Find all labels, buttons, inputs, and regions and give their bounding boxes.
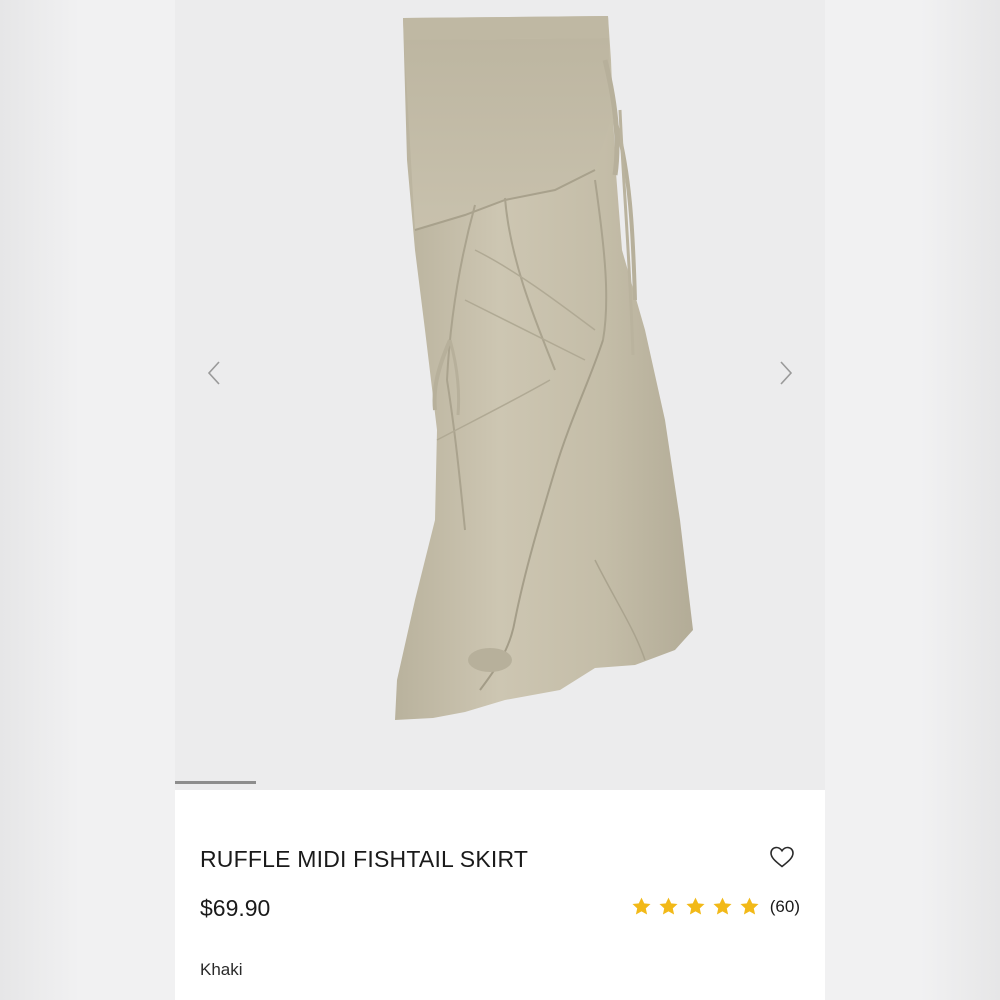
previous-image-button[interactable] [199, 358, 229, 388]
product-image [395, 16, 693, 720]
star-icon [659, 897, 678, 915]
star-icon [740, 897, 759, 915]
next-image-button[interactable] [771, 358, 801, 388]
product-price: $69.90 [200, 895, 271, 921]
chevron-right-icon [780, 361, 793, 385]
product-title: RUFFLE MIDI FISHTAIL SKIRT [200, 846, 529, 872]
gallery-progress-track [175, 781, 825, 784]
gallery-progress-indicator [175, 781, 257, 784]
product-color: Khaki [200, 960, 243, 979]
heart-outline-icon [770, 846, 794, 868]
review-count: (60) [769, 896, 800, 916]
page-background: RUFFLE MIDI FISHTAIL SKIRT $69.90 (60) K… [0, 0, 1000, 1000]
rating-stars [631, 896, 760, 917]
star-icon [632, 897, 651, 915]
product-gallery[interactable] [175, 0, 825, 790]
chevron-left-icon [207, 361, 220, 385]
product-rating[interactable]: (60) [631, 896, 800, 917]
star-icon [713, 897, 732, 915]
wishlist-button[interactable] [767, 842, 797, 872]
star-icon [686, 897, 705, 915]
product-info: RUFFLE MIDI FISHTAIL SKIRT $69.90 (60) K… [175, 790, 825, 1000]
product-card: RUFFLE MIDI FISHTAIL SKIRT $69.90 (60) K… [175, 0, 825, 1000]
